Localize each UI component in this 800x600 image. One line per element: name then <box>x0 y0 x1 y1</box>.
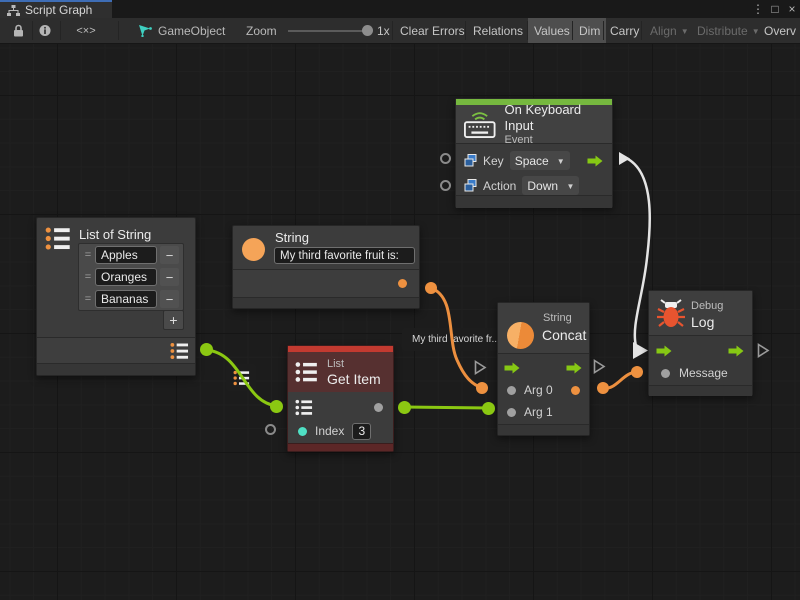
list-output-icon <box>170 342 189 360</box>
message-input-dot <box>661 369 670 378</box>
node-title: List of String <box>79 227 151 243</box>
node-get-item[interactable]: List Get Item <box>287 345 394 452</box>
string-value-input[interactable]: My third favorite fruit is: <box>274 247 415 264</box>
string-icon <box>242 238 265 261</box>
list-editor: = Apples − = Oranges − = Bananas − <box>78 243 184 311</box>
list-item-input[interactable]: Bananas <box>95 290 157 308</box>
object-icon <box>464 154 477 167</box>
node-title: Concat <box>542 327 586 343</box>
error-footer <box>288 443 393 451</box>
concat-arg0-input-port[interactable] <box>476 382 488 394</box>
key-label: Key <box>483 154 504 168</box>
unity-visual-scripting-window: Script Graph ⋮ □ × <×> <box>0 0 800 600</box>
string-output-dot <box>398 279 407 288</box>
log-message-input-port[interactable] <box>631 366 643 378</box>
flow-input-arrow[interactable] <box>656 345 673 357</box>
graph-scene: My third favorite fr... <box>0 0 800 600</box>
node-on-keyboard-input[interactable]: On Keyboard Input Event Key Space ▼ <box>455 98 613 208</box>
result-output-dot <box>571 386 580 395</box>
list-output-port[interactable] <box>200 343 213 356</box>
drag-handle[interactable]: = <box>81 293 95 305</box>
node-title: Log <box>691 314 714 330</box>
list-item-row: = Apples − <box>79 244 183 266</box>
keyboard-flow-out-port[interactable] <box>617 150 632 167</box>
list-item-input[interactable]: Apples <box>95 246 157 264</box>
concat-flow-in-port[interactable] <box>473 359 488 376</box>
key-input-port[interactable] <box>440 153 451 164</box>
chevron-down-icon: ▼ <box>557 157 565 166</box>
keyboard-icon <box>464 111 496 138</box>
index-input[interactable]: 3 <box>352 423 371 440</box>
flow-output-arrow[interactable] <box>587 155 604 167</box>
node-category: String <box>543 312 572 325</box>
concat-arg1-input-port[interactable] <box>482 402 495 415</box>
node-list-of-string[interactable]: List of String = Apples − = Oranges − <box>36 217 196 376</box>
arg1-input-dot <box>507 408 516 417</box>
node-category: List <box>327 358 381 371</box>
object-icon <box>464 179 477 192</box>
node-string-literal[interactable]: String My third favorite fruit is: <box>232 225 420 309</box>
add-item-button[interactable]: + <box>163 310 184 330</box>
index-label: Index <box>315 424 344 438</box>
list-item-input[interactable]: Oranges <box>95 268 157 286</box>
arg0-input-dot <box>507 386 516 395</box>
action-dropdown[interactable]: Down ▼ <box>522 176 579 195</box>
item-output-dot <box>374 403 383 412</box>
list-icon <box>295 361 318 383</box>
drag-handle[interactable]: = <box>81 249 95 261</box>
remove-item-button[interactable]: − <box>160 290 179 308</box>
remove-item-button[interactable]: − <box>160 246 179 264</box>
message-label: Message <box>679 366 728 380</box>
node-title: On Keyboard Input <box>505 102 612 134</box>
concat-flow-out-port[interactable] <box>592 358 607 375</box>
drag-handle[interactable]: = <box>81 271 95 283</box>
node-debug-log[interactable]: Debug Log Message <box>648 290 753 396</box>
chevron-down-icon: ▼ <box>566 182 574 191</box>
flow-output-arrow[interactable] <box>728 345 745 357</box>
flow-output-arrow[interactable] <box>566 362 583 374</box>
list-item-row: = Bananas − <box>79 288 183 310</box>
index-input-dot <box>298 427 307 436</box>
flow-input-arrow[interactable] <box>504 362 521 374</box>
remove-item-button[interactable]: − <box>160 268 179 286</box>
node-title: Get Item <box>327 371 381 387</box>
node-subtitle: Event <box>505 134 612 147</box>
log-flow-out-port[interactable] <box>756 342 771 359</box>
getitem-index-input-port[interactable] <box>265 424 276 435</box>
string-output-port[interactable] <box>425 282 437 294</box>
concat-result-output-port[interactable] <box>597 382 609 394</box>
arg1-label: Arg 1 <box>524 405 553 419</box>
node-concat[interactable]: String Concat Arg 0 <box>497 302 590 436</box>
concat-icon <box>507 322 534 349</box>
bug-icon <box>657 299 685 329</box>
node-category: Debug <box>691 300 723 313</box>
getitem-output-port[interactable] <box>398 401 411 414</box>
action-input-port[interactable] <box>440 180 451 191</box>
getitem-list-input-port[interactable] <box>270 400 283 413</box>
list-icon <box>45 226 71 251</box>
list-input-icon <box>295 399 313 416</box>
key-dropdown[interactable]: Space ▼ <box>510 151 570 170</box>
list-item-row: = Oranges − <box>79 266 183 288</box>
node-title: String <box>275 230 309 246</box>
arg0-label: Arg 0 <box>524 383 553 397</box>
action-label: Action <box>483 179 516 193</box>
